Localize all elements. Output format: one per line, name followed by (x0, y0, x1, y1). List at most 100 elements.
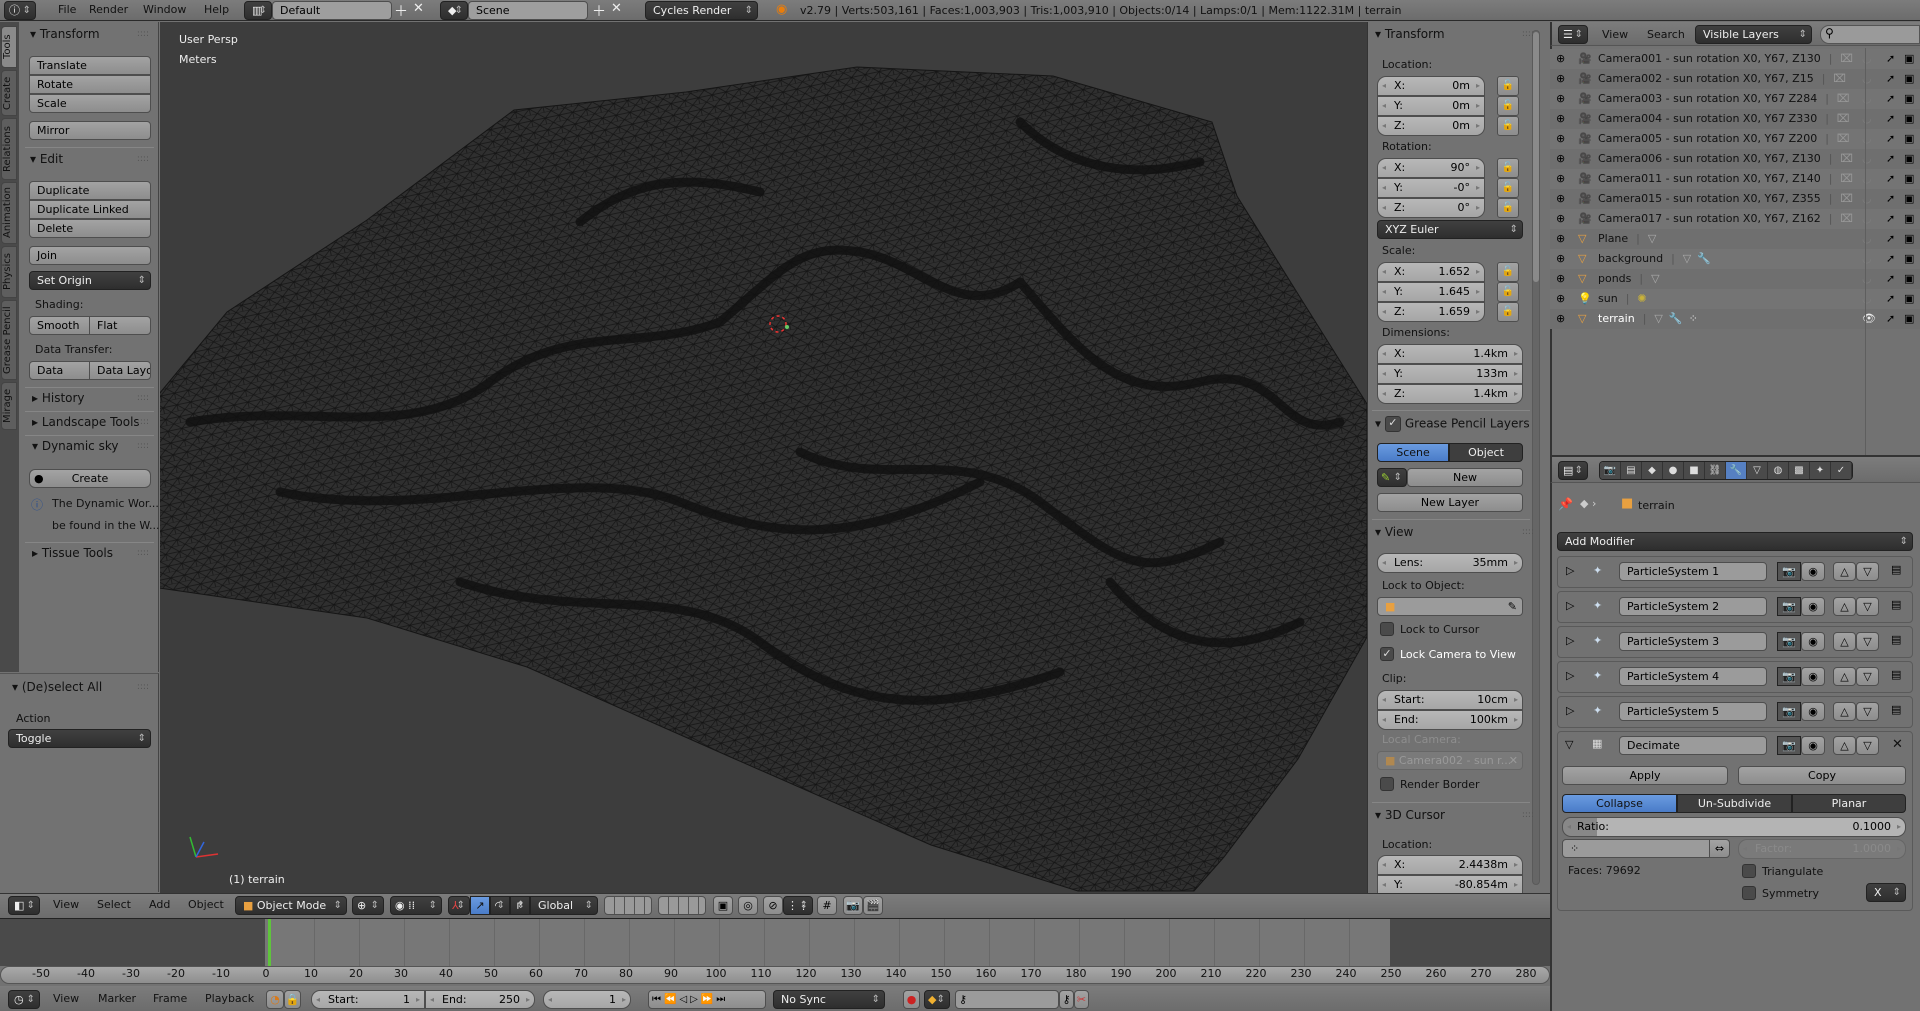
3d-menu-select[interactable]: Select (97, 895, 131, 915)
triangulate-checkbox[interactable] (1742, 864, 1756, 878)
properties-editor-type-button[interactable]: ▤ (1558, 461, 1588, 480)
expand-icon[interactable]: ⊕ (1556, 249, 1565, 269)
scene-tab-icon[interactable]: ◆ (1642, 462, 1663, 479)
world-tab-icon[interactable]: ● (1663, 462, 1684, 479)
tab-animation[interactable]: Animation (1, 182, 17, 244)
move-down-button[interactable]: ▽ (1856, 667, 1879, 686)
outliner-item-name[interactable]: Camera006 - sun rotation X0, Y67, Z130 (1598, 152, 1821, 165)
panel-header-view[interactable]: ▾ View:::: (1375, 525, 1540, 539)
dimensions-z-field[interactable]: Z: 1.4km (1377, 384, 1523, 404)
create-sky-button[interactable]: ● Create (29, 469, 151, 488)
use-preview-range-icon[interactable]: ◔ (266, 990, 284, 1009)
viewport-toggle-eye-icon[interactable]: ◉ (1801, 562, 1825, 581)
move-up-button[interactable]: △ (1833, 562, 1856, 581)
outliner-item-name[interactable]: Camera002 - sun rotation X0, Y67, Z15 (1598, 72, 1814, 85)
move-up-button[interactable]: △ (1833, 597, 1856, 616)
mirror-button[interactable]: Mirror (29, 121, 151, 140)
pivot-point-dropdown[interactable]: ◉ ⁞⁞ (390, 896, 442, 915)
mesh-data-icon[interactable]: ▽ (1648, 232, 1656, 245)
dimensions-y-field[interactable]: Y: 133m (1377, 364, 1523, 384)
symmetry-axis-dropdown[interactable]: X (1866, 883, 1906, 902)
rotation-z-field[interactable]: Z: 0° (1377, 198, 1485, 218)
duplicate-button[interactable]: Duplicate (29, 181, 151, 200)
3d-viewport[interactable]: User Persp Meters (1) terrain (160, 22, 1367, 893)
render-toggle-camera-icon[interactable]: 📷 (1777, 597, 1801, 616)
panel-header-grease-pencil-layers[interactable]: ▾ ✓ Grease Pencil Layers (1375, 416, 1540, 432)
insert-keyframe-icon[interactable]: ⚷ (1059, 990, 1074, 1009)
rotate-button[interactable]: Rotate (29, 75, 151, 94)
selectability-cursor-icon[interactable]: ➚ (1886, 149, 1895, 169)
cursor-y-field[interactable]: Y: -80.854m (1377, 875, 1523, 895)
tab-mirage[interactable]: Mirage (1, 382, 17, 430)
gp-object-tab[interactable]: Object (1449, 443, 1523, 462)
rotate-manipulator-icon[interactable]: ◜ (490, 896, 510, 915)
move-down-button[interactable]: ▽ (1856, 562, 1879, 581)
mode-collapse-tab[interactable]: Collapse (1562, 794, 1677, 813)
gp-datablock-pencil-icon[interactable]: ✎ (1377, 468, 1407, 487)
texture-tab-icon[interactable]: ▩ (1789, 462, 1810, 479)
render-border-checkbox[interactable] (1380, 777, 1394, 791)
outliner-menu-search[interactable]: Search (1647, 25, 1685, 45)
3d-editor-type-button[interactable]: ◧ (8, 896, 40, 915)
selectability-cursor-icon[interactable]: ➚ (1886, 289, 1895, 309)
camera-data-icon[interactable]: ⌧ (1840, 52, 1853, 65)
location-z-field[interactable]: Z: 0m (1377, 116, 1485, 136)
timeline-menu-view[interactable]: View (53, 989, 79, 1009)
grease-pencil-checkbox[interactable]: ✓ (1384, 416, 1401, 432)
outliner-item-name[interactable]: Plane (1598, 232, 1628, 245)
outliner-item-name[interactable]: ponds (1598, 272, 1631, 285)
expand-arrow-icon[interactable]: ▷ (1566, 634, 1574, 647)
renderability-camera-icon[interactable]: ▣ (1904, 169, 1914, 189)
menu-window[interactable]: Window (143, 0, 186, 20)
tab-relations[interactable]: Relations (1, 118, 17, 180)
particle-settings-toggle-icon[interactable]: ▤ (1891, 598, 1901, 611)
timeline-menu-playback[interactable]: Playback (205, 989, 254, 1009)
renderability-camera-icon[interactable]: ▣ (1904, 129, 1914, 149)
scale-z-field[interactable]: Z: 1.659 (1377, 302, 1485, 322)
outliner-item-name[interactable]: sun (1598, 292, 1618, 305)
render-animation-icon[interactable]: 🎬 (863, 896, 883, 915)
vertex-group-field[interactable]: ⁘ (1562, 839, 1710, 858)
n-panel-scrollbar-thumb[interactable] (1533, 32, 1539, 282)
playback-controls[interactable]: ⏮⏪◁▷⏩⏭ (648, 990, 766, 1009)
visibility-eye-icon[interactable]: ◡ (1862, 249, 1872, 269)
timeline-menu-marker[interactable]: Marker (98, 989, 136, 1009)
particles-tab-icon[interactable]: ✦ (1810, 462, 1831, 479)
menu-help[interactable]: Help (204, 0, 229, 20)
material-tab-icon[interactable]: ◍ (1768, 462, 1789, 479)
constraints-tab-icon[interactable]: ⛓ (1705, 462, 1726, 479)
3d-menu-add[interactable]: Add (149, 895, 170, 915)
expand-icon[interactable]: ⊕ (1556, 169, 1565, 189)
renderability-camera-icon[interactable]: ▣ (1904, 69, 1914, 89)
render-opengl-icon[interactable]: 📷 (843, 896, 863, 915)
visibility-eye-icon[interactable]: ◡ (1862, 129, 1872, 149)
transform-orientation-dropdown[interactable]: Global (530, 896, 598, 915)
modifier-name-input[interactable]: ParticleSystem 3 (1619, 632, 1767, 651)
remove-modifier-close-icon[interactable]: ✕ (1892, 737, 1903, 752)
delete-keyframe-icon[interactable]: ✂ (1074, 990, 1089, 1009)
snap-toggle-icon[interactable]: ⊘ (763, 896, 783, 915)
expand-icon[interactable]: ⊕ (1556, 149, 1565, 169)
renderability-camera-icon[interactable]: ▣ (1904, 309, 1914, 329)
lock-time-icon[interactable]: 🔒 (284, 990, 301, 1009)
lock-location-z-icon[interactable]: 🔓 (1497, 116, 1519, 136)
outliner-item-name[interactable]: Camera004 - sun rotation X0, Y67 Z330 (1598, 112, 1817, 125)
expand-icon[interactable]: ⊕ (1556, 289, 1565, 309)
pin-icon[interactable]: 📌 (1558, 497, 1573, 511)
mesh-data-icon[interactable]: ▽ (1651, 272, 1659, 285)
viewport-toggle-eye-icon[interactable]: ◉ (1801, 597, 1825, 616)
renderability-camera-icon[interactable]: ▣ (1904, 89, 1914, 109)
lock-scale-y-icon[interactable]: 🔓 (1497, 282, 1519, 302)
visibility-eye-icon[interactable]: ◡ (1862, 289, 1872, 309)
copy-button[interactable]: Copy (1738, 766, 1906, 785)
3d-menu-object[interactable]: Object (188, 895, 224, 915)
gp-new-button[interactable]: New (1407, 468, 1523, 487)
lock-camera-to-view-checkbox[interactable]: ✓ (1380, 647, 1394, 661)
scale-x-field[interactable]: X: 1.652 (1377, 262, 1485, 282)
timeline-ruler[interactable]: -50 -40 -30 -20 -10 0 10 20 30 40 50 60 70 80 90 100 110… (0, 966, 1550, 984)
visibility-eye-icon[interactable]: ◡ (1862, 269, 1872, 289)
render-engine-dropdown[interactable]: Cycles Render (645, 1, 758, 20)
move-up-button[interactable]: △ (1833, 736, 1856, 755)
expand-icon[interactable]: ⊕ (1556, 229, 1565, 249)
visibility-eye-icon[interactable]: ◡ (1862, 109, 1872, 129)
